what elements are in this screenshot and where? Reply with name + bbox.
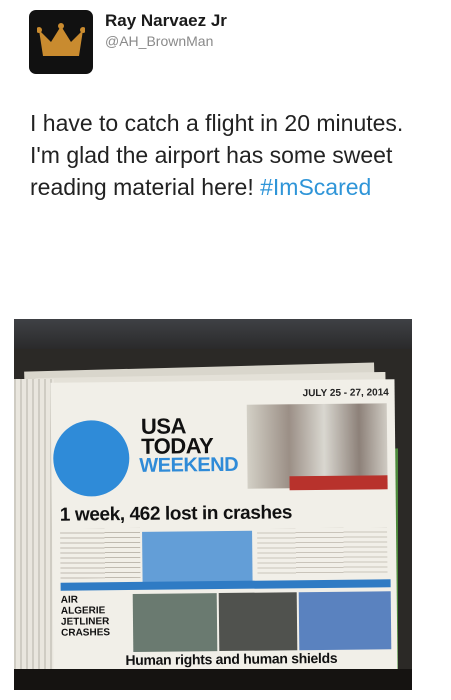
newspaper-date: JULY 25 - 27, 2014 <box>302 387 389 400</box>
tweet-text: I have to catch a flight in 20 minutes. … <box>30 107 430 203</box>
map-graphic <box>142 530 253 584</box>
newspaper-stack-edges <box>14 379 54 669</box>
bottom-headline: Human rights and human shields <box>125 649 338 669</box>
news-photo <box>218 592 298 652</box>
sidebar-story: AIR ALGERIE JETLINER CRASHES <box>60 594 111 639</box>
logo-weekend: WEEKEND <box>139 453 239 477</box>
column-text <box>60 527 141 579</box>
hashtag-link[interactable]: #ImScared <box>260 174 371 200</box>
tweet-header: Ray Narvaez Jr @AH_BrownMan <box>0 0 451 90</box>
usa-today-logo-dot <box>52 419 130 497</box>
newspaper-headline: 1 week, 462 lost in crashes <box>59 502 293 526</box>
avatar[interactable] <box>29 10 93 74</box>
tweet-photo[interactable]: JULY 25 - 27, 2014 USA TODAY WEEKEND 1 w… <box>14 319 412 690</box>
news-photo <box>132 593 218 652</box>
shelf-top <box>14 319 412 349</box>
crown-icon <box>37 23 85 56</box>
newspaper-front: JULY 25 - 27, 2014 USA TODAY WEEKEND 1 w… <box>50 379 398 673</box>
shelf-bottom <box>14 669 412 690</box>
user-handle[interactable]: @AH_BrownMan <box>105 33 213 49</box>
news-photo <box>298 591 392 651</box>
photo-caption-bar <box>289 475 388 491</box>
section-strip <box>60 579 391 591</box>
article-text <box>257 527 388 575</box>
display-name[interactable]: Ray Narvaez Jr <box>105 11 227 31</box>
